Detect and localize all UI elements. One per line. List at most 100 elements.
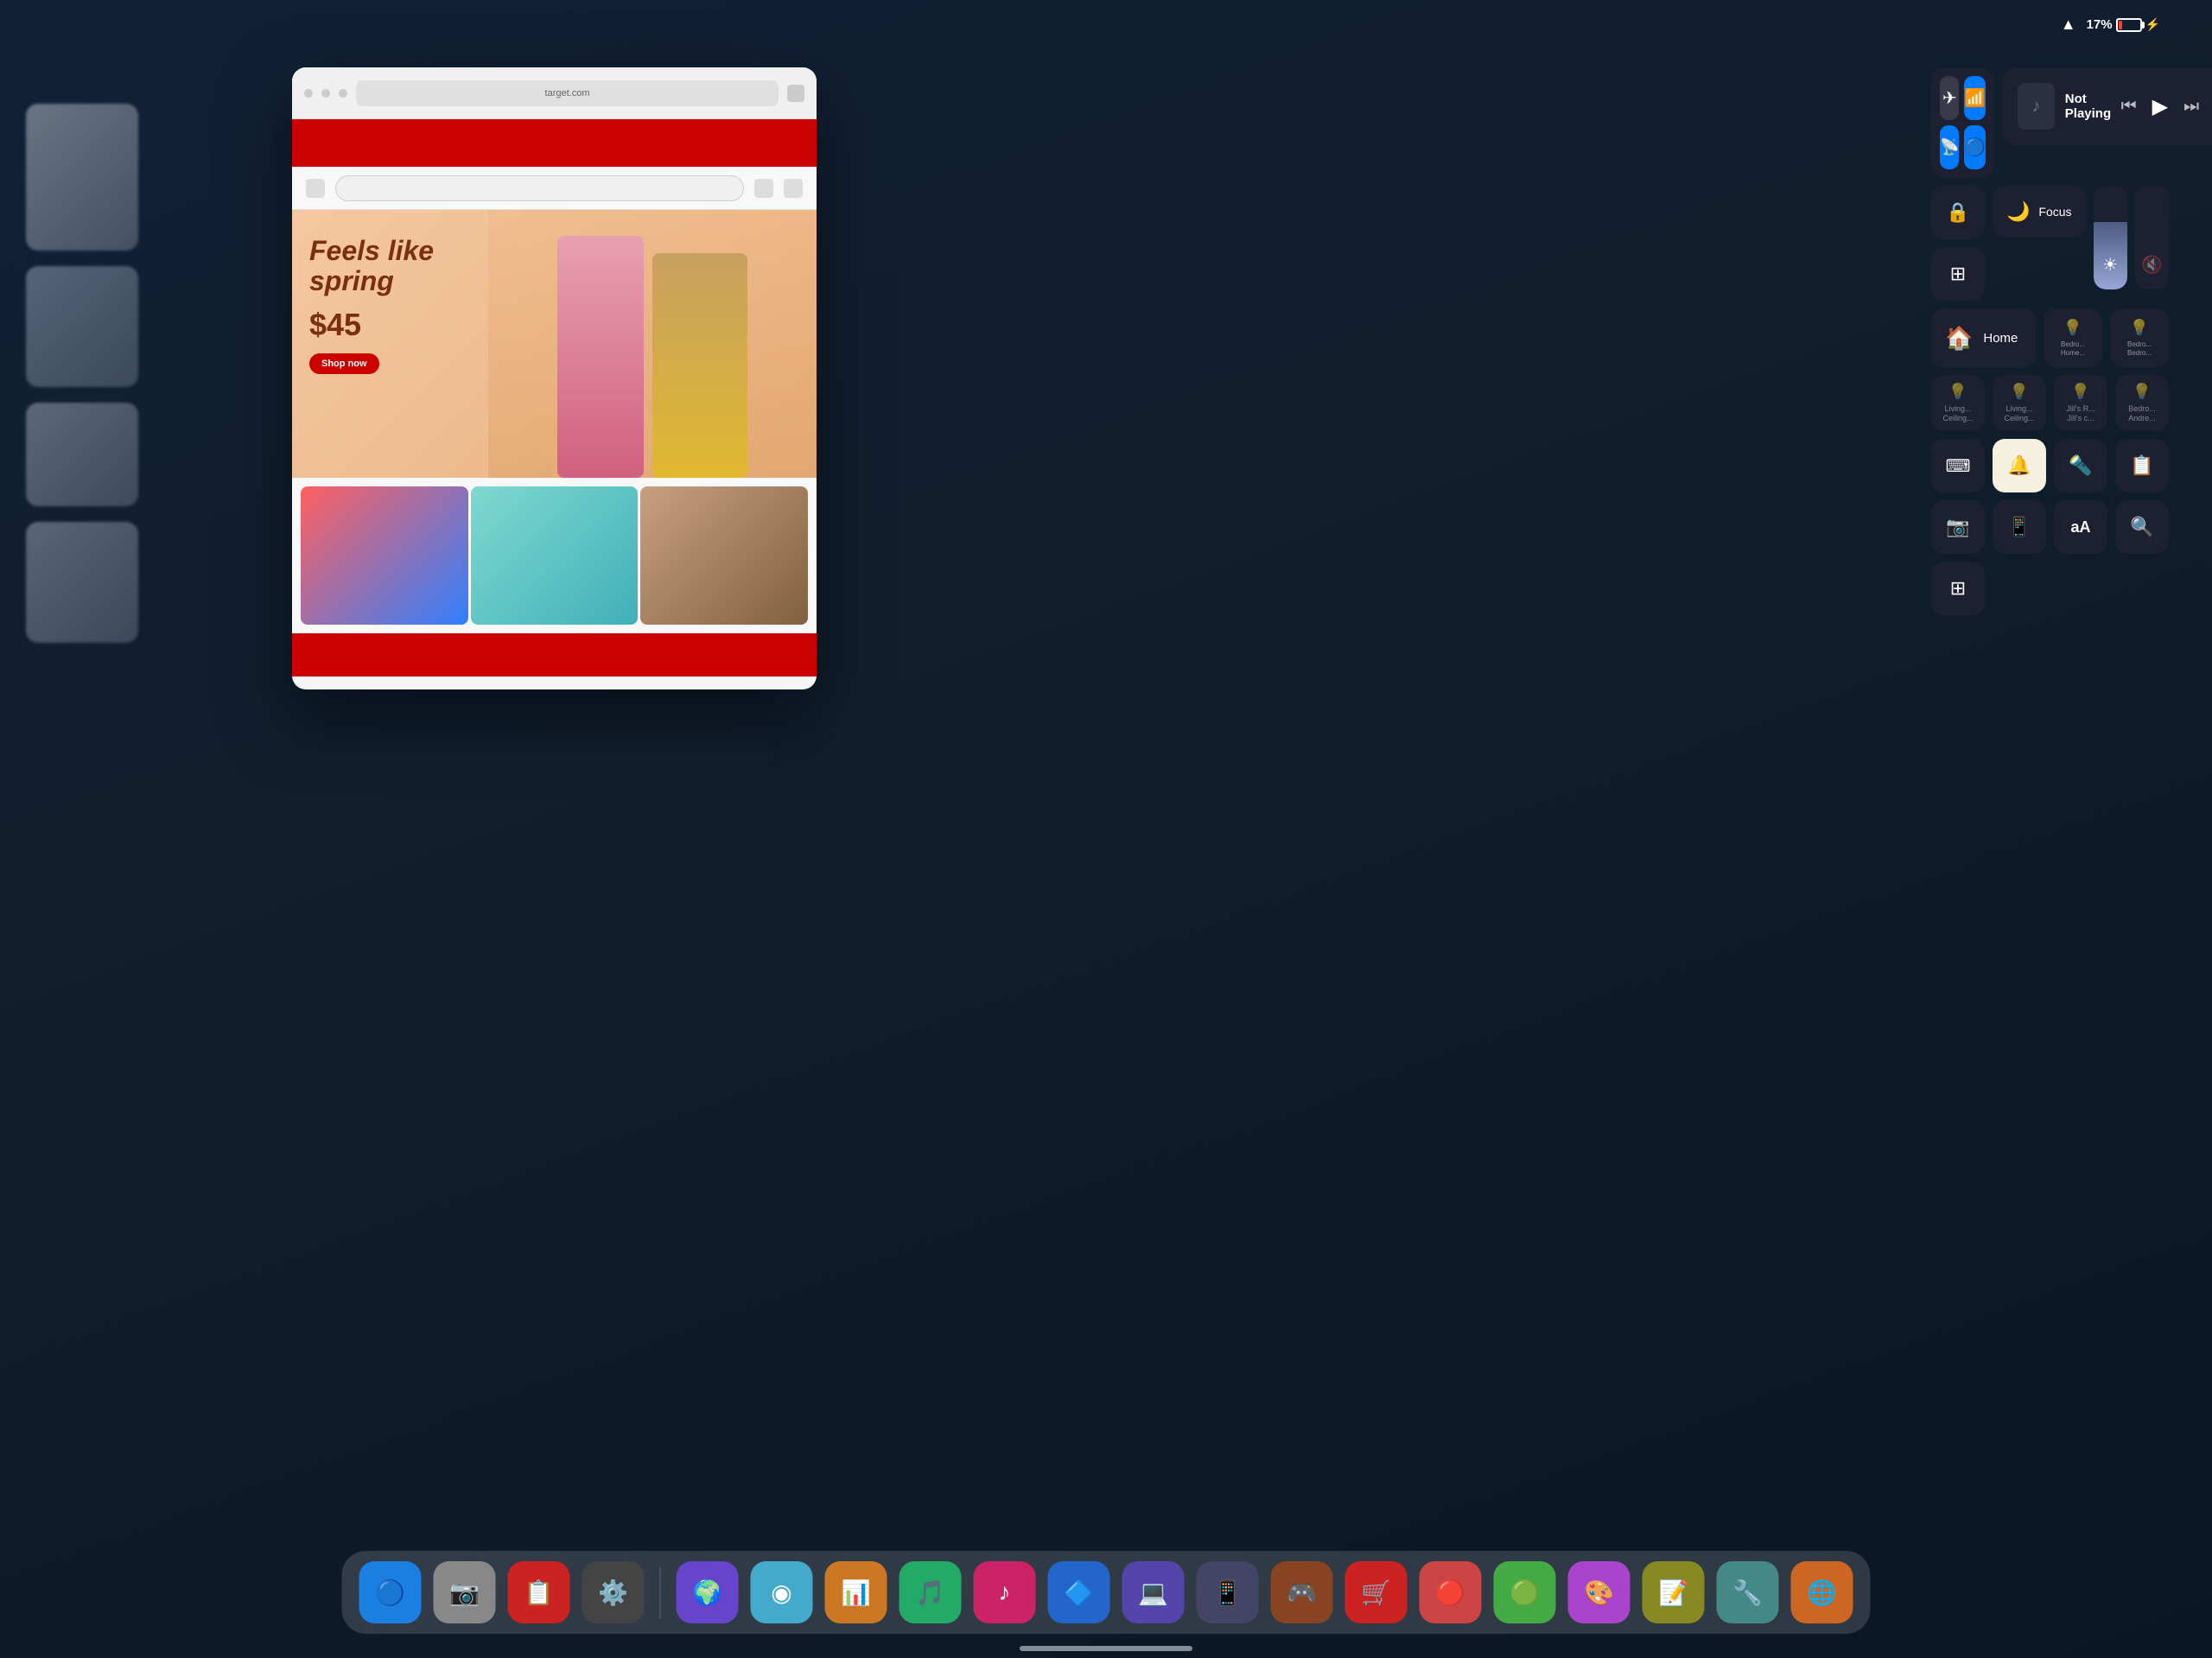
focus-button[interactable]: 🌙 Focus	[1993, 186, 2086, 238]
cc-row-lights: 💡 Living...Ceiling... 💡 Living...Ceiling…	[1931, 375, 2169, 431]
living-ceiling-light-1-button[interactable]: 💡 Living...Ceiling...	[1931, 375, 1985, 431]
dock-app-12-icon: 📱	[1212, 1579, 1243, 1607]
dock-app-10[interactable]: 🔷	[1048, 1561, 1110, 1623]
nav-icon-3	[784, 179, 803, 198]
dock-app-15[interactable]: 🔴	[1420, 1561, 1482, 1623]
lock-mirror-pair: 🔒 ⊞	[1931, 186, 1985, 301]
dock: 🔵 📷 📋 ⚙️ 🌍 ◉ 📊 🎵 ♪ 🔷 💻 📱 🎮 🛒 🔴 🟢	[342, 1551, 1871, 1634]
slideshow-button[interactable]: ⊞	[1931, 562, 1985, 615]
text-size-icon: aA	[2070, 518, 2090, 537]
dock-app-2[interactable]: 📷	[434, 1561, 496, 1623]
bedroom-scene-2-button[interactable]: 💡 Bedro...Bedro...	[2110, 308, 2169, 367]
product-1[interactable]	[301, 486, 468, 625]
dock-app-6-icon: ◉	[771, 1579, 791, 1607]
home-icon: 🏠	[1945, 325, 1973, 352]
lock-rotation-button[interactable]: 🔒	[1931, 186, 1985, 239]
browser-bar: target.com	[292, 67, 817, 119]
keyboard-backlight-button[interactable]: ⌨	[1931, 439, 1985, 492]
cellular-icon: 📡	[1940, 138, 1959, 156]
preview-card-3[interactable]	[26, 403, 138, 506]
wifi-icon: 📶	[1964, 87, 1986, 109]
wifi-toggle-button[interactable]: 📶	[1964, 76, 1986, 120]
hero-text: Feels likespring $45 Shop now	[309, 236, 434, 374]
dock-app-18[interactable]: 📝	[1643, 1561, 1705, 1623]
browser-dot-1	[304, 89, 313, 98]
target-header-bar	[292, 119, 817, 167]
battery-icon	[2116, 18, 2142, 32]
light-label-2: Living...Ceiling...	[2004, 404, 2034, 423]
product-3[interactable]	[640, 486, 808, 625]
dock-app-1[interactable]: 🔵	[359, 1561, 422, 1623]
text-size-button[interactable]: aA	[2054, 500, 2107, 554]
now-playing-info: Not Playing	[2065, 92, 2121, 121]
bedroom-light-icon-2: 💡	[2130, 319, 2149, 337]
app-switcher-left	[26, 104, 138, 643]
product-2[interactable]	[471, 486, 639, 625]
dock-app-2-icon: 📷	[449, 1579, 480, 1607]
dock-app-5[interactable]: 🌍	[677, 1561, 739, 1623]
living-ceiling-light-2-button[interactable]: 💡 Living...Ceiling...	[1993, 375, 2046, 431]
dock-app-14[interactable]: 🛒	[1345, 1561, 1408, 1623]
now-playing-card[interactable]: ♪ Not Playing ⏮ ▶ ⏭ ⊙	[2002, 67, 2212, 145]
browser-share-icon[interactable]	[787, 85, 804, 102]
airplane-mode-button[interactable]: ✈	[1940, 76, 1959, 120]
focus-label: Focus	[2038, 205, 2071, 219]
dock-app-9[interactable]: ♪	[974, 1561, 1036, 1623]
nav-icon-2	[754, 179, 773, 198]
dock-app-15-icon: 🔴	[1435, 1579, 1465, 1607]
hero-cta-button[interactable]: Shop now	[309, 353, 379, 374]
url-bar[interactable]: target.com	[356, 80, 779, 106]
dock-app-8[interactable]: 🎵	[899, 1561, 962, 1623]
dock-app-16[interactable]: 🟢	[1494, 1561, 1556, 1623]
hero-figure	[488, 210, 817, 478]
preview-card-1[interactable]	[26, 104, 138, 251]
brightness-sun-icon: ☀	[2102, 254, 2118, 276]
main-app-card[interactable]: target.com Feels likespring $45 Shop now	[292, 67, 817, 689]
target-search-bar[interactable]	[335, 175, 744, 201]
dock-app-6[interactable]: ◉	[751, 1561, 813, 1623]
dock-app-5-icon: 🌍	[692, 1579, 722, 1607]
target-nav-bar	[292, 167, 817, 210]
play-pause-button[interactable]: ▶	[2152, 94, 2168, 119]
dock-app-7[interactable]: 📊	[825, 1561, 887, 1623]
bluetooth-toggle-button[interactable]: 🔵	[1964, 125, 1986, 169]
light-bulb-icon-3: 💡	[2071, 383, 2090, 401]
do-not-disturb-button[interactable]: 🔔	[1993, 439, 2046, 492]
dock-app-3[interactable]: 📋	[508, 1561, 570, 1623]
jills-room-light-button[interactable]: 💡 Jill's R...Jill's c...	[2054, 375, 2107, 431]
camera-button[interactable]: 📷	[1931, 500, 1985, 554]
target-bottom-bar	[292, 633, 817, 677]
dock-app-13[interactable]: 🎮	[1271, 1561, 1333, 1623]
preview-card-4[interactable]	[26, 522, 138, 643]
volume-slider[interactable]: 🔇	[2135, 186, 2169, 289]
dock-app-17[interactable]: 🎨	[1568, 1561, 1630, 1623]
browser-dot-2	[321, 89, 330, 98]
dock-app-4[interactable]: ⚙️	[582, 1561, 645, 1623]
torch-button[interactable]: 🔦	[2054, 439, 2107, 492]
cellular-toggle-button[interactable]: 📡	[1940, 125, 1959, 169]
dock-app-16-icon: 🟢	[1510, 1579, 1540, 1607]
next-track-button[interactable]: ⏭	[2183, 97, 2199, 117]
preview-card-2[interactable]	[26, 266, 138, 387]
bedroom-scene-1-button[interactable]: 💡 Bedro...Home...	[2044, 308, 2102, 367]
screen-mirror-button[interactable]: ⊞	[1931, 247, 1985, 301]
light-label-1: Living...Ceiling...	[1942, 404, 1973, 423]
dock-app-20[interactable]: 🌐	[1791, 1561, 1853, 1623]
visual-search-button[interactable]: 🔍	[2115, 500, 2169, 554]
remote-button[interactable]: 📱	[1993, 500, 2046, 554]
bell-icon: 🔔	[2007, 454, 2031, 477]
dock-app-3-icon: 📋	[524, 1579, 554, 1607]
dock-app-11[interactable]: 💻	[1122, 1561, 1185, 1623]
dock-app-12[interactable]: 📱	[1197, 1561, 1259, 1623]
now-playing-controls: ⏮ ▶ ⏭ ⊙	[2121, 94, 2212, 119]
dock-app-19[interactable]: 🔧	[1717, 1561, 1779, 1623]
brightness-slider[interactable]: ☀	[2094, 186, 2127, 289]
now-playing-left: ♪ Not Playing	[2018, 83, 2120, 130]
home-app-button[interactable]: 🏠 Home	[1931, 308, 2036, 367]
music-note-icon: ♪	[2032, 97, 2041, 117]
bedroom-andrea-light-button[interactable]: 💡 Bedro...Andre...	[2115, 375, 2169, 431]
wifi-status-icon: ▲	[2061, 16, 2076, 34]
quick-note-button[interactable]: 📋	[2115, 439, 2169, 492]
cc-row-quick: ⌨ 🔔 🔦 📋	[1931, 439, 2169, 492]
previous-track-button[interactable]: ⏮	[2121, 97, 2137, 117]
